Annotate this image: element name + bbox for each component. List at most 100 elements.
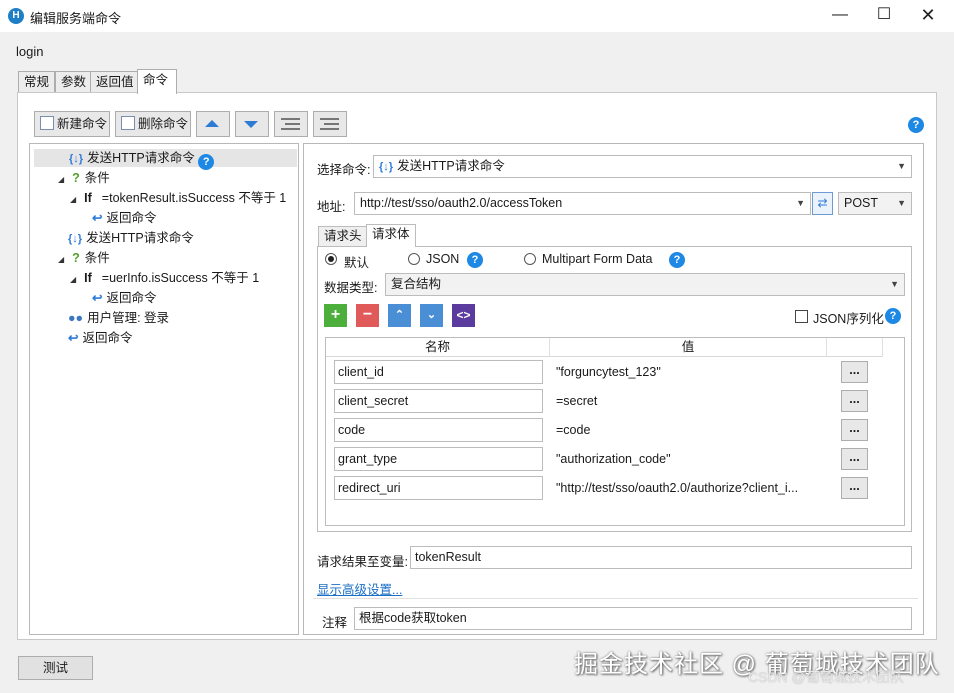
tree-item-if-1[interactable]: ◢ If =tokenResult.isSuccess 不等于 1 (70, 189, 286, 207)
tab-command[interactable]: 命令 (137, 69, 177, 94)
tab-request-body[interactable]: 请求体 (366, 224, 416, 247)
field-name-input[interactable]: code (334, 418, 543, 442)
show-advanced-settings-link[interactable]: 显示高级设置... (317, 579, 402, 598)
method-dropdown[interactable]: POST ▼ (838, 192, 912, 215)
tree-item-condition-2[interactable]: ◢? 条件 (58, 249, 110, 267)
title-bar (0, 0, 954, 32)
test-button[interactable]: 测试 (18, 656, 93, 680)
command-tree[interactable]: {↓} 发送HTTP请求命令 ? ◢? 条件 ◢ If =tokenResult.isS… (29, 143, 299, 635)
app-logo-icon: H (8, 8, 24, 24)
select-command-label: 选择命令: (317, 163, 371, 177)
add-row-button[interactable]: + (324, 304, 347, 327)
delete-command-button[interactable]: 删除命令 (115, 111, 191, 137)
new-command-button[interactable]: 新建命令 (34, 111, 110, 137)
select-command-dropdown[interactable]: {↓} 发送HTTP请求命令 ▼ (373, 155, 912, 178)
tree-item-label: 条件 (84, 251, 110, 265)
radio-default-label: 默认 (344, 256, 370, 270)
tree-item-label: 返回命令 (106, 291, 157, 305)
json-serialize-checkbox[interactable] (795, 310, 808, 323)
http-command-icon: {↓} (68, 233, 83, 245)
help-icon[interactable]: ? (908, 117, 924, 133)
expand-icon[interactable]: ◢ (70, 195, 76, 204)
expand-icon[interactable]: ◢ (58, 175, 64, 184)
tree-item-if-2[interactable]: ◢ If =uerInfo.isSuccess 不等于 1 (70, 269, 259, 287)
data-type-label: 数据类型: (324, 281, 378, 295)
tree-item-label: 返回命令 (106, 211, 157, 225)
ellipsis-button[interactable]: ... (841, 361, 868, 383)
result-variable-label: 请求结果至变量: (317, 555, 408, 569)
tree-item-label: 发送HTTP请求命令 (86, 231, 194, 245)
result-variable-input[interactable]: tokenResult (410, 546, 912, 569)
help-icon[interactable]: ? (885, 308, 901, 324)
field-value[interactable]: "authorization_code" (556, 447, 671, 471)
move-down-button[interactable] (235, 111, 269, 137)
help-icon[interactable]: ? (467, 252, 483, 268)
tree-item-label: =uerInfo.isSuccess 不等于 1 (101, 271, 260, 285)
delete-command-icon (121, 116, 135, 130)
return-icon: ↩ (92, 211, 103, 225)
ellipsis-button[interactable]: ... (841, 390, 868, 412)
chevron-down-icon: ▼ (890, 279, 899, 289)
tree-item-http-2[interactable]: {↓} 发送HTTP请求命令 (68, 229, 194, 247)
select-command-value: 发送HTTP请求命令 (397, 159, 505, 173)
method-value: POST (844, 196, 879, 210)
ellipsis-button[interactable]: ... (841, 419, 868, 441)
remove-row-button[interactable]: − (356, 304, 379, 327)
expand-icon[interactable]: ◢ (58, 255, 64, 264)
tree-item-return-2[interactable]: ↩ 返回命令 (92, 289, 157, 307)
row-down-button[interactable]: ⌄ (420, 304, 443, 327)
outdent-icon (320, 118, 339, 130)
window-title: 编辑服务端命令 (30, 11, 122, 26)
tab-params[interactable]: 参数 (55, 71, 93, 92)
tab-return[interactable]: 返回值 (90, 71, 140, 92)
tree-item-condition-1[interactable]: ◢? 条件 (58, 169, 110, 187)
field-value[interactable]: =code (556, 418, 590, 442)
field-name-input[interactable]: redirect_uri (334, 476, 543, 500)
chevron-down-icon: ▼ (796, 198, 805, 208)
tree-item-http-1[interactable]: {↓} 发送HTTP请求命令 ? (34, 149, 297, 170)
help-icon[interactable]: ? (198, 154, 215, 170)
field-value[interactable]: "forguncytest_123" (556, 360, 661, 384)
tree-item-return-3[interactable]: ↩ 返回命令 (68, 329, 133, 347)
tree-item-user-login[interactable]: ●● 用户管理: 登录 (68, 309, 169, 327)
if-keyword: If (84, 191, 92, 205)
radio-json[interactable] (408, 253, 420, 265)
expand-icon[interactable]: ◢ (70, 275, 76, 284)
arrow-down-icon (244, 121, 258, 128)
new-command-icon (40, 116, 54, 130)
field-value[interactable]: =secret (556, 389, 597, 413)
outdent-button[interactable] (313, 111, 347, 137)
watermark-small: CSDN @葡萄城技术团队 (748, 669, 904, 685)
field-name-input[interactable]: client_id (334, 360, 543, 384)
field-value[interactable]: "http://test/sso/oauth2.0/authorize?clie… (556, 476, 798, 500)
close-icon[interactable]: ✕ (906, 0, 950, 32)
field-name-input[interactable]: client_secret (334, 389, 543, 413)
comment-input[interactable]: 根据code获取token (354, 607, 912, 630)
tree-item-return-1[interactable]: ↩ 返回命令 (92, 209, 157, 227)
move-up-button[interactable] (196, 111, 230, 137)
formula-editor-button[interactable]: ⇄ (812, 192, 833, 215)
arrow-up-icon (205, 120, 219, 127)
address-input[interactable]: http://test/sso/oauth2.0/accessToken ▼ (354, 192, 811, 215)
row-up-button[interactable]: ⌃ (388, 304, 411, 327)
tab-request-headers[interactable]: 请求头 (318, 226, 368, 246)
indent-button[interactable] (274, 111, 308, 137)
if-keyword: If (84, 271, 92, 285)
return-icon: ↩ (68, 331, 79, 345)
radio-multipart[interactable] (524, 253, 536, 265)
radio-multipart-label: Multipart Form Data (542, 252, 653, 266)
maximize-icon[interactable]: ☐ (862, 0, 906, 32)
minimize-icon[interactable]: — (818, 0, 862, 32)
data-type-dropdown[interactable]: 复合结构 ▼ (385, 273, 905, 296)
chevron-down-icon: ▼ (897, 161, 906, 171)
field-name-input[interactable]: grant_type (334, 447, 543, 471)
indent-icon (281, 118, 300, 130)
help-icon[interactable]: ? (669, 252, 685, 268)
divider (313, 598, 918, 599)
code-view-button[interactable]: <> (452, 304, 475, 327)
ellipsis-button[interactable]: ... (841, 477, 868, 499)
new-command-label: 新建命令 (57, 117, 108, 131)
ellipsis-button[interactable]: ... (841, 448, 868, 470)
radio-default[interactable] (325, 253, 337, 265)
tab-general[interactable]: 常规 (18, 71, 56, 92)
